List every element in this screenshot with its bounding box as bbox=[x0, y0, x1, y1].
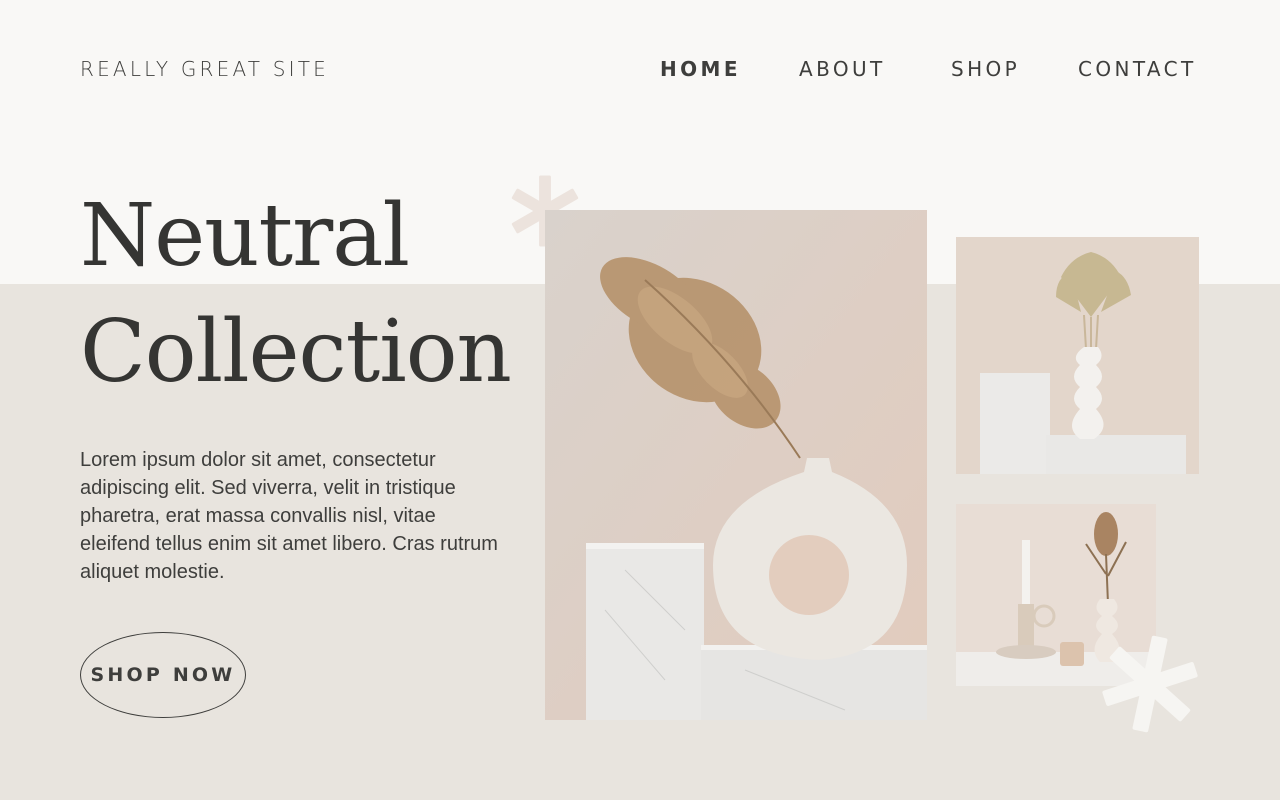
hero-description: Lorem ipsum dolor sit amet, consectetur … bbox=[80, 449, 498, 583]
nav-contact[interactable]: CONTACT bbox=[1078, 57, 1197, 81]
nav-about[interactable]: ABOUT bbox=[799, 57, 886, 81]
main-nav: HOME ABOUT SHOP CONTACT bbox=[0, 57, 1280, 81]
nav-shop[interactable]: SHOP bbox=[951, 57, 1020, 81]
palm-leaf-vase-photo bbox=[956, 237, 1199, 474]
nav-home[interactable]: HOME bbox=[660, 57, 741, 81]
pampas-donut-vase-photo bbox=[545, 210, 927, 720]
shop-now-button[interactable]: SHOP NOW bbox=[80, 632, 246, 718]
hero-title-line-2: Collection bbox=[80, 302, 512, 402]
hero-title: Neutral Collection bbox=[80, 178, 512, 410]
asterisk-decoration-icon bbox=[1102, 635, 1198, 733]
hero-title-line-1: Neutral bbox=[80, 186, 410, 286]
